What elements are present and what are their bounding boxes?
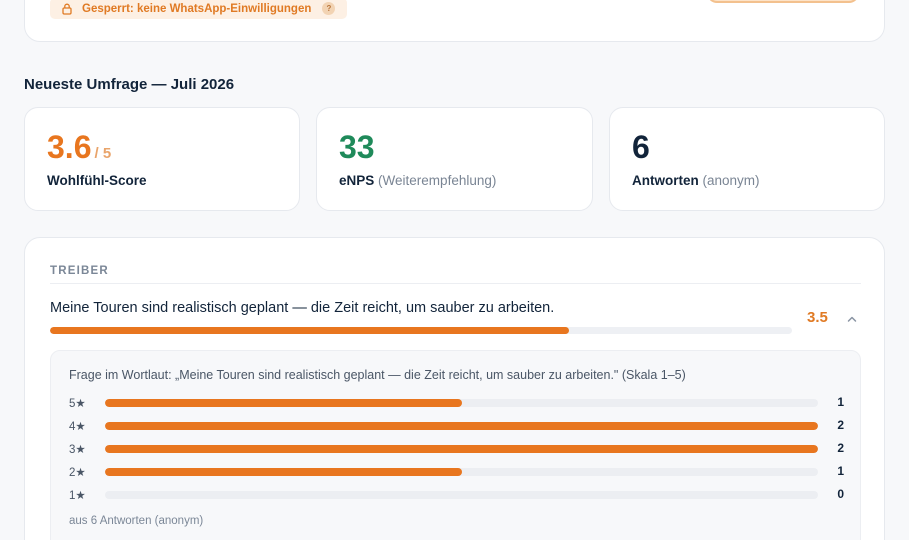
driver-detail-panel: Frage im Wortlaut: „Meine Touren sind re…: [50, 350, 861, 540]
driver-score-bar: [50, 327, 792, 334]
distribution-bar-fill: [105, 468, 462, 476]
distribution-row: 5★ 1: [69, 395, 844, 411]
driver-score-bar-fill: [50, 327, 570, 334]
wellbeing-score-suffix: / 5: [94, 145, 112, 162]
rating-count: 2: [837, 441, 844, 455]
consent-card: Gesperrt: keine WhatsApp-Einwilligungen …: [24, 0, 885, 42]
locked-badge: Gesperrt: keine WhatsApp-Einwilligungen …: [50, 0, 348, 19]
rating-label: 3★: [69, 444, 86, 456]
section-title: Neueste Umfrage — Juli 2026: [24, 76, 235, 93]
chevron-up-icon[interactable]: [845, 312, 859, 326]
distribution-bar: [105, 399, 818, 407]
stat-card-enps: 33 eNPS (Weiterempfehlung): [316, 107, 593, 211]
wellbeing-score-value: 3.6: [47, 129, 92, 165]
distribution-bar: [105, 445, 818, 453]
drivers-heading: TREIBER: [50, 265, 109, 277]
action-button[interactable]: [707, 0, 859, 3]
survey-page: Gesperrt: keine WhatsApp-Einwilligungen …: [0, 0, 909, 540]
enps-sublabel: (Weiterempfehlung): [378, 173, 497, 188]
driver-score: 3.5: [807, 309, 828, 326]
distribution-bar-fill: [105, 445, 818, 453]
wellbeing-score-label: Wohlfühl-Score: [47, 173, 147, 188]
driver-question[interactable]: Meine Touren sind realistisch geplant — …: [50, 300, 554, 316]
distribution-bar: [105, 422, 818, 430]
rating-label: 1★: [69, 490, 86, 502]
rating-count: 1: [837, 395, 844, 409]
distribution-bar-fill: [105, 399, 462, 407]
distribution-bar: [105, 491, 818, 499]
distribution-row: 4★ 2: [69, 418, 844, 434]
drivers-card: TREIBER Meine Touren sind realistisch ge…: [24, 237, 885, 540]
distribution-bar-fill: [105, 422, 818, 430]
responses-label: Antworten: [632, 173, 699, 188]
stat-card-wellbeing: 3.6 / 5 Wohlfühl-Score: [24, 107, 300, 211]
help-icon[interactable]: ?: [322, 2, 336, 15]
divider: [50, 283, 861, 284]
rating-count: 1: [837, 464, 844, 478]
enps-label: eNPS: [339, 173, 375, 188]
distribution-row: 1★ 0: [69, 487, 844, 503]
distribution-row: 2★ 1: [69, 464, 844, 480]
detail-footer: aus 6 Antworten (anonym): [69, 515, 204, 527]
lock-icon: [62, 3, 72, 15]
rating-label: 2★: [69, 467, 86, 479]
detail-question-text: Frage im Wortlaut: „Meine Touren sind re…: [69, 368, 686, 382]
stat-card-responses: 6 Antworten (anonym): [609, 107, 885, 211]
responses-sublabel: (anonym): [702, 173, 760, 188]
rating-count: 2: [837, 418, 844, 432]
rating-label: 4★: [69, 421, 86, 433]
rating-count: 0: [837, 487, 844, 501]
rating-label: 5★: [69, 398, 86, 410]
distribution-bar: [105, 468, 818, 476]
distribution-row: 3★ 2: [69, 441, 844, 457]
locked-badge-label: Gesperrt: keine WhatsApp-Einwilligungen: [82, 2, 312, 15]
responses-value: 6: [632, 129, 650, 165]
enps-value: 33: [339, 129, 375, 165]
